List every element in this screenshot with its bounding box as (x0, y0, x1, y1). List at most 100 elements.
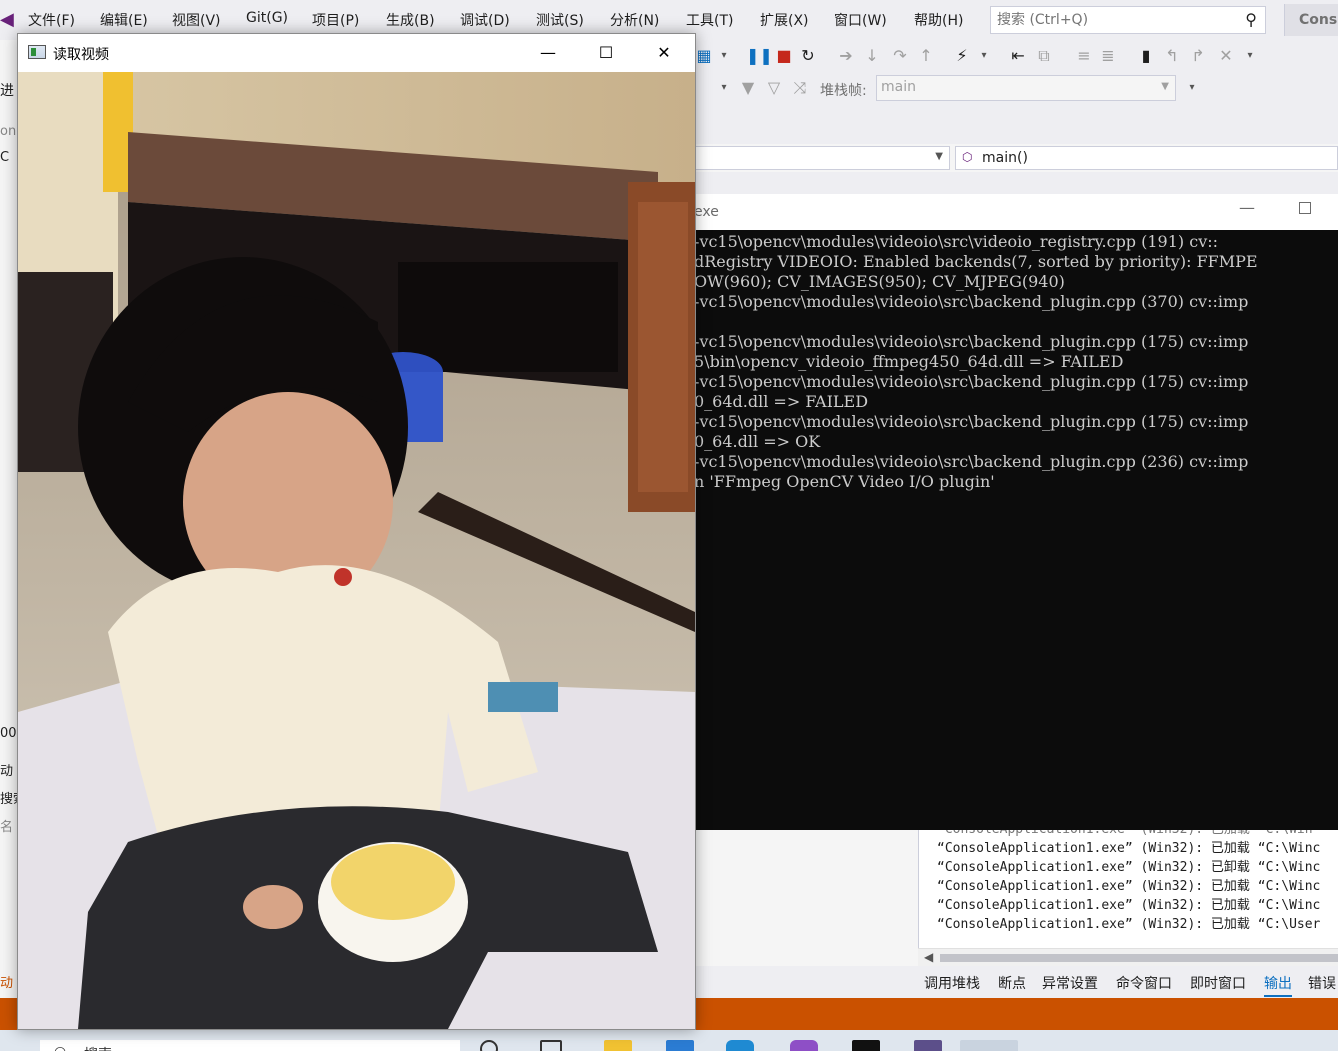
cons-button[interactable]: Cons (1284, 4, 1338, 36)
menu-tools[interactable]: 工具(T) (686, 10, 733, 30)
dropdown-arrow-icon[interactable]: ▾ (714, 78, 734, 98)
next-bookmark-icon[interactable]: ↱ (1188, 46, 1208, 66)
menu-edit[interactable]: 编辑(E) (100, 10, 148, 30)
indent-icon[interactable]: ≡ (1074, 46, 1094, 66)
active-window-icon[interactable] (960, 1040, 1018, 1051)
video-frame (18, 72, 695, 1029)
left-label: 00 9 (0, 726, 18, 741)
menu-file[interactable]: 文件(F) (28, 10, 75, 30)
minimize-button[interactable]: — (519, 34, 577, 72)
filter-icon[interactable]: ▼ (738, 78, 758, 98)
restart-icon[interactable]: ↻ (798, 46, 818, 66)
scope-dropdown[interactable]: ▼ (694, 146, 950, 170)
pause-icon[interactable]: ❚❚ (746, 46, 773, 66)
tab-call-stack[interactable]: 调用堆栈 (924, 973, 980, 993)
video-frame-image (18, 72, 695, 1029)
menu-project[interactable]: 项目(P) (312, 10, 359, 30)
left-dock-panel (694, 830, 918, 970)
terminal-icon[interactable] (852, 1040, 880, 1051)
horizontal-scrollbar[interactable]: ◀ (918, 948, 1338, 966)
tab-breakpoints[interactable]: 断点 (998, 973, 1026, 993)
step-into-icon[interactable]: ↓ (862, 46, 882, 66)
prev-bookmark-icon[interactable]: ↰ (1162, 46, 1182, 66)
tab-errors[interactable]: 错误 (1308, 973, 1336, 993)
visual-studio-logo-icon[interactable]: ◀ (0, 8, 14, 32)
console-title-bar[interactable]: exe — (694, 194, 1338, 230)
close-button[interactable]: ✕ (635, 34, 693, 72)
stop-icon[interactable]: ■ (774, 46, 794, 66)
step-out-icon[interactable]: ↑ (916, 46, 936, 66)
scroll-left-icon[interactable]: ◀ (924, 950, 933, 964)
hot-reload-icon[interactable]: ⚡ (952, 46, 972, 66)
app-icon[interactable] (914, 1040, 942, 1051)
expand-callstack-icon[interactable]: ⤨ (790, 78, 810, 98)
file-explorer-icon[interactable] (604, 1040, 632, 1051)
left-label: C (0, 150, 10, 165)
scrollbar-thumb[interactable] (940, 954, 1338, 962)
step-over-icon[interactable]: ↷ (890, 46, 910, 66)
output-line: “ConsoleApplication1.exe” (Win32): 已加载 “… (919, 830, 1338, 839)
bottom-tool-tabs: 调用堆栈 断点 异常设置 命令窗口 即时窗口 输出 错误 (694, 966, 1338, 998)
taskbar-search-text: 搜索 (84, 1047, 112, 1051)
cortana-icon[interactable] (480, 1040, 498, 1051)
menu-view[interactable]: 视图(V) (172, 10, 221, 30)
search-input[interactable] (991, 7, 1231, 33)
tab-command-window[interactable]: 命令窗口 (1116, 973, 1172, 993)
console-title: exe (694, 204, 719, 220)
console-line: -vc15\opencv\modules\videoio\src\backend… (694, 412, 1249, 431)
console-line: n 'FFmpeg OpenCV Video I/O plugin' (694, 472, 995, 491)
menu-build[interactable]: 生成(B) (386, 10, 435, 30)
menu-window[interactable]: 窗口(W) (834, 10, 887, 30)
function-dropdown[interactable]: ⬡ main() (955, 146, 1338, 170)
taskbar-search[interactable]: ○ 搜索 (40, 1040, 460, 1051)
vscode-icon[interactable] (726, 1040, 754, 1051)
menu-debug[interactable]: 调试(D) (460, 10, 510, 30)
video-title-bar[interactable]: 读取视频 — ☐ ✕ (18, 34, 695, 72)
filter-clear-icon[interactable]: ▽ (764, 78, 784, 98)
dropdown-arrow-icon[interactable]: ▾ (974, 46, 994, 66)
menu-test[interactable]: 测试(S) (536, 10, 584, 30)
left-label: 进 (0, 83, 14, 99)
dropdown-arrow-icon[interactable]: ▾ (714, 46, 734, 66)
clear-bookmarks-icon[interactable]: ✕ (1216, 46, 1236, 66)
menu-git[interactable]: Git(G) (246, 10, 288, 26)
thread-icon[interactable]: ⇤ (1008, 46, 1028, 66)
left-label: 动 (0, 976, 14, 991)
tab-immediate-window[interactable]: 即时窗口 (1190, 973, 1246, 993)
search-box[interactable]: ⚲ (990, 6, 1266, 34)
console-line: dRegistry VIDEOIO: Enabled backends(7, s… (694, 252, 1258, 271)
maximize-button[interactable]: ☐ (577, 34, 635, 72)
tab-output[interactable]: 输出 (1264, 973, 1292, 997)
console-output[interactable]: -vc15\opencv\modules\videoio\src\videoio… (694, 230, 1338, 830)
outdent-icon[interactable]: ≣ (1098, 46, 1118, 66)
console-line: 5\bin\opencv_videoio_ffmpeg450_64d.dll =… (694, 352, 1124, 371)
menu-analyze[interactable]: 分析(N) (610, 10, 659, 30)
task-view-icon[interactable] (540, 1040, 562, 1051)
chevron-down-icon: ▼ (935, 151, 943, 162)
save-icon[interactable]: ▦ (694, 46, 714, 66)
left-label: 动 (0, 764, 14, 779)
console-line: -vc15\opencv\modules\videoio\src\backend… (694, 452, 1249, 471)
mail-icon[interactable] (666, 1040, 694, 1051)
menu-help[interactable]: 帮助(H) (914, 10, 963, 30)
stackframe-select[interactable]: main ▼ (876, 75, 1176, 101)
dropdown-arrow-icon[interactable]: ▾ (1240, 46, 1260, 66)
minimize-icon[interactable]: — (1239, 198, 1255, 217)
tab-exception-settings[interactable]: 异常设置 (1042, 973, 1098, 993)
console-window: exe — -vc15\opencv\modules\videoio\src\v… (694, 194, 1338, 830)
console-line: -vc15\opencv\modules\videoio\src\backend… (694, 332, 1249, 351)
maximize-icon[interactable] (1299, 202, 1311, 214)
console-line: 0_64d.dll => FAILED (694, 392, 869, 411)
output-line: “ConsoleApplication1.exe” (Win32): 已加载 “… (937, 917, 1321, 932)
copy-icon[interactable]: ⧉ (1034, 46, 1054, 66)
video-window: 读取视频 — ☐ ✕ (17, 33, 696, 1030)
windows-taskbar: ○ 搜索 (0, 1030, 1338, 1051)
show-next-statement-icon[interactable]: ➔ (836, 46, 856, 66)
visual-studio-icon[interactable] (790, 1040, 818, 1051)
dropdown-arrow-icon[interactable]: ▾ (1182, 78, 1202, 98)
output-line: “ConsoleApplication1.exe” (Win32): 已加载 “… (937, 879, 1321, 894)
bookmark-icon[interactable]: ▮ (1136, 46, 1156, 66)
menu-extensions[interactable]: 扩展(X) (760, 10, 809, 30)
console-line: -vc15\opencv\modules\videoio\src\backend… (694, 292, 1249, 311)
search-icon[interactable]: ⚲ (1245, 10, 1257, 29)
